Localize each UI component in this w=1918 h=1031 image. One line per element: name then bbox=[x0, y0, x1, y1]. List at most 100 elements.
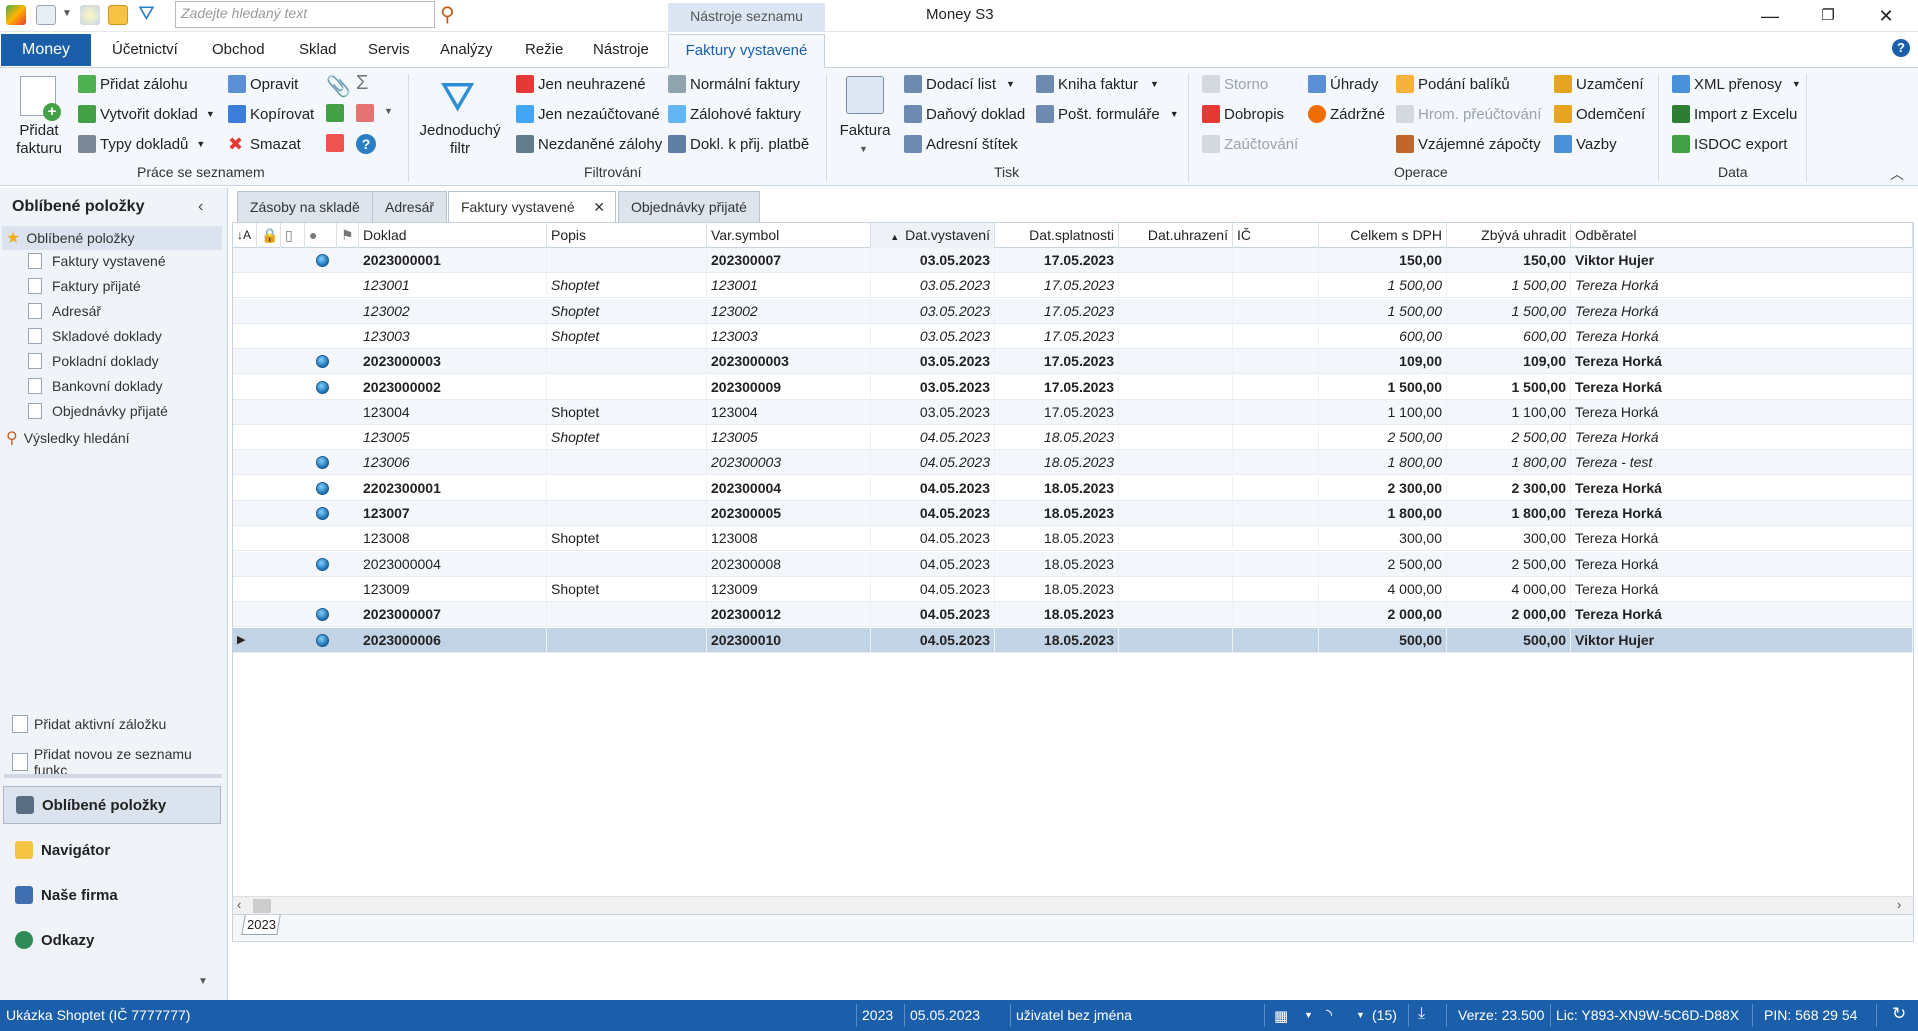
table-row[interactable]: 2023000002 202300009 03.05.2023 17.05.2023 1… bbox=[233, 374, 1913, 400]
table-cell-doklad[interactable]: 123009 bbox=[359, 576, 547, 602]
table-cell[interactable] bbox=[1119, 450, 1233, 476]
table-cell[interactable] bbox=[1233, 602, 1319, 628]
table-cell-popis[interactable]: Shoptet bbox=[547, 298, 707, 324]
nav-oblibene-polozky[interactable]: Oblíbené položky bbox=[3, 786, 221, 824]
table-cell-zbyva[interactable]: 150,00 bbox=[1447, 248, 1571, 273]
table-cell-celkem[interactable]: 109,00 bbox=[1319, 349, 1447, 375]
table-cell-popis[interactable] bbox=[547, 602, 707, 628]
table-cell-zbyva[interactable]: 2 000,00 bbox=[1447, 602, 1571, 628]
lock-column-icon[interactable]: 🔒 bbox=[257, 223, 281, 248]
table-cell-odb[interactable]: Tereza - test bbox=[1571, 450, 1913, 476]
table-cell[interactable] bbox=[1233, 475, 1319, 501]
scroll-left-icon[interactable]: ‹ bbox=[237, 897, 241, 912]
table-cell-vs[interactable]: 123003 bbox=[707, 323, 871, 349]
folder-icon[interactable] bbox=[108, 5, 128, 25]
add-invoice-icon[interactable]: + bbox=[20, 76, 61, 121]
table-cell-vyst[interactable]: 04.05.2023 bbox=[871, 602, 995, 628]
table-cell-doklad[interactable]: 2023000002 bbox=[359, 374, 547, 400]
table-cell-vs[interactable]: 202300012 bbox=[707, 602, 871, 628]
table-cell[interactable] bbox=[1233, 349, 1319, 375]
table-cell-doklad[interactable]: 123004 bbox=[359, 399, 547, 425]
table-cell-vs[interactable]: 202300008 bbox=[707, 551, 871, 577]
table-cell-zbyva[interactable]: 2 300,00 bbox=[1447, 475, 1571, 501]
table-cell-doklad[interactable]: 2023000004 bbox=[359, 551, 547, 577]
tab-zasoby-na-sklade[interactable]: Zásoby na skladě bbox=[237, 191, 373, 222]
table-cell[interactable] bbox=[1233, 501, 1319, 526]
chevron-down-icon[interactable]: ▼ bbox=[384, 106, 393, 116]
payments-button[interactable]: Úhrady bbox=[1308, 72, 1378, 96]
table-cell-vyst[interactable]: 03.05.2023 bbox=[871, 298, 995, 324]
restore-icon[interactable]: ❐ bbox=[1808, 4, 1848, 28]
table-cell-vs[interactable]: 123008 bbox=[707, 526, 871, 552]
table-row[interactable]: ▶ 2023000006 202300010 04.05.2023 18.05.2023… bbox=[233, 627, 1913, 653]
scroll-right-icon[interactable]: › bbox=[1897, 897, 1901, 912]
tab-objednavky-prijate[interactable]: Objednávky přijaté bbox=[618, 191, 760, 222]
table-cell-odb[interactable]: Viktor Hujer bbox=[1571, 627, 1913, 653]
posting-button[interactable]: Zaúčtování bbox=[1202, 132, 1298, 156]
menu-analyzy[interactable]: Analýzy bbox=[440, 41, 493, 58]
table-cell-popis[interactable] bbox=[547, 501, 707, 526]
retention-button[interactable]: Zádržné bbox=[1308, 102, 1385, 126]
table-cell-vyst[interactable]: 04.05.2023 bbox=[871, 627, 995, 653]
table-cell[interactable] bbox=[1233, 526, 1319, 552]
table-row[interactable]: 123004 Shoptet 123004 03.05.2023 17.05.2023 1… bbox=[233, 399, 1913, 425]
table-cell[interactable] bbox=[1119, 273, 1233, 299]
column-header-zbyva-uhradit[interactable]: Zbývá uhradit bbox=[1447, 223, 1571, 248]
table-cell[interactable] bbox=[1119, 399, 1233, 425]
create-document-button[interactable]: Vytvořit doklad ▼ bbox=[78, 102, 215, 126]
table-cell-doklad[interactable]: 2023000007 bbox=[359, 602, 547, 628]
table-cell-doklad[interactable]: 123002 bbox=[359, 298, 547, 324]
table-cell-zbyva[interactable]: 2 500,00 bbox=[1447, 551, 1571, 577]
chevron-down-icon[interactable]: ▼ bbox=[1356, 1010, 1365, 1020]
table-cell-odb[interactable]: Tereza Horká bbox=[1571, 425, 1913, 451]
isdoc-export-button[interactable]: ISDOC export bbox=[1672, 132, 1787, 156]
table-cell-odb[interactable]: Tereza Horká bbox=[1571, 349, 1913, 375]
table-cell-vs[interactable]: 202300010 bbox=[707, 627, 871, 653]
table-cell-spl[interactable]: 18.05.2023 bbox=[995, 576, 1119, 602]
table-cell-vyst[interactable]: 03.05.2023 bbox=[871, 399, 995, 425]
table-cell[interactable] bbox=[1233, 399, 1319, 425]
simple-filter-button[interactable]: Jednoduchý filtr bbox=[416, 122, 504, 158]
table-cell[interactable] bbox=[1119, 248, 1233, 273]
table-cell-vyst[interactable]: 04.05.2023 bbox=[871, 501, 995, 526]
table-cell-popis[interactable]: Shoptet bbox=[547, 273, 707, 299]
sidebar-item-objednavky-prijate[interactable]: Objednávky přijaté bbox=[28, 403, 168, 419]
sidebar-item-faktury-prijate[interactable]: Faktury přijaté bbox=[28, 278, 141, 294]
table-cell[interactable] bbox=[1233, 425, 1319, 451]
table-cell[interactable] bbox=[1119, 576, 1233, 602]
table-cell-doklad[interactable]: 123001 bbox=[359, 273, 547, 299]
table-cell-vs[interactable]: 202300009 bbox=[707, 374, 871, 400]
status-year[interactable]: 2023 bbox=[862, 1007, 893, 1023]
print-invoice-icon[interactable] bbox=[846, 76, 884, 114]
table-row[interactable]: 123006 202300003 04.05.2023 18.05.2023 1 800… bbox=[233, 450, 1913, 476]
table-cell-popis[interactable] bbox=[547, 627, 707, 653]
lock-button[interactable]: Uzamčení bbox=[1554, 72, 1644, 96]
sidebar-item-skladove-doklady[interactable]: Skladové doklady bbox=[28, 328, 162, 344]
table-row[interactable]: 2023000004 202300008 04.05.2023 18.05.2023 2… bbox=[233, 551, 1913, 577]
chevron-down-icon[interactable]: ▼ bbox=[62, 8, 72, 19]
table-cell[interactable] bbox=[1233, 374, 1319, 400]
advance-invoices-button[interactable]: Zálohové faktury bbox=[668, 102, 801, 126]
table-cell[interactable] bbox=[1119, 627, 1233, 653]
column-header-dat-splatnosti[interactable]: Dat.splatnosti bbox=[995, 223, 1119, 248]
print-invoice-button[interactable]: Faktura bbox=[832, 122, 898, 140]
table-cell[interactable] bbox=[1233, 273, 1319, 299]
chevron-down-icon[interactable]: ▼ bbox=[859, 144, 868, 154]
pdf-icon[interactable] bbox=[356, 104, 374, 122]
table-cell-vyst[interactable]: 03.05.2023 bbox=[871, 273, 995, 299]
delete-button[interactable]: ✖ Smazat bbox=[228, 132, 301, 156]
table-cell-celkem[interactable]: 1 100,00 bbox=[1319, 399, 1447, 425]
table-cell-vs[interactable]: 2023000003 bbox=[707, 349, 871, 375]
status-count[interactable]: (15) bbox=[1372, 1007, 1397, 1023]
tab-adresar[interactable]: Adresář bbox=[372, 191, 448, 222]
table-cell-celkem[interactable]: 600,00 bbox=[1319, 323, 1447, 349]
table-cell-celkem[interactable]: 2 300,00 bbox=[1319, 475, 1447, 501]
download-icon[interactable]: ⤓ bbox=[1418, 1005, 1425, 1023]
table-cell-spl[interactable]: 17.05.2023 bbox=[995, 248, 1119, 273]
table-cell-spl[interactable]: 18.05.2023 bbox=[995, 450, 1119, 476]
address-label-button[interactable]: Adresní štítek bbox=[904, 132, 1018, 156]
table-cell-doklad[interactable]: 2023000001 bbox=[359, 248, 547, 273]
flag-column-icon[interactable]: ⚑ bbox=[337, 223, 359, 248]
table-cell-vs[interactable]: 202300005 bbox=[707, 501, 871, 526]
table-cell-zbyva[interactable]: 500,00 bbox=[1447, 627, 1571, 653]
